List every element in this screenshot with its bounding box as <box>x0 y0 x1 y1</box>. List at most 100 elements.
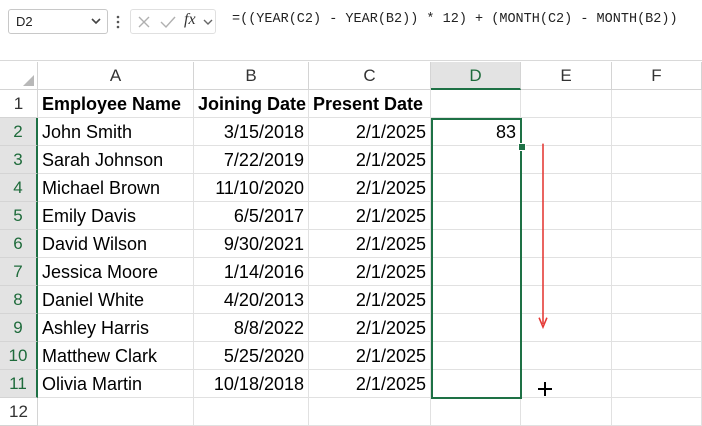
cell-f12[interactable] <box>612 398 702 426</box>
cell-a10[interactable]: Matthew Clark <box>38 342 194 370</box>
cell-a12[interactable] <box>38 398 194 426</box>
expand-chevron-icon[interactable] <box>202 15 214 29</box>
fill-handle[interactable] <box>518 143 526 151</box>
row-header-3[interactable]: 3 <box>0 146 38 174</box>
cell-e10[interactable] <box>521 342 612 370</box>
chevron-down-icon[interactable] <box>89 13 103 29</box>
cell-e4[interactable] <box>521 174 612 202</box>
row-header-11[interactable]: 11 <box>0 370 38 398</box>
more-options-icon[interactable] <box>116 14 120 30</box>
cell-f11[interactable] <box>612 370 702 398</box>
row-header-6[interactable]: 6 <box>0 230 38 258</box>
column-header-b[interactable]: B <box>194 62 309 90</box>
cell-d3[interactable] <box>431 146 521 174</box>
row-header-1[interactable]: 1 <box>0 90 38 118</box>
cell-a5[interactable]: Emily Davis <box>38 202 194 230</box>
cell-b12[interactable] <box>194 398 309 426</box>
cell-d11[interactable] <box>431 370 521 398</box>
cell-f3[interactable] <box>612 146 702 174</box>
column-header-c[interactable]: C <box>309 62 431 90</box>
cell-b1[interactable]: Joining Date <box>194 90 309 118</box>
cell-e11[interactable] <box>521 370 612 398</box>
cell-b11[interactable]: 10/18/2018 <box>194 370 309 398</box>
cell-e5[interactable] <box>521 202 612 230</box>
cell-b3[interactable]: 7/22/2019 <box>194 146 309 174</box>
cell-d12[interactable] <box>431 398 521 426</box>
cell-f8[interactable] <box>612 286 702 314</box>
row-header-8[interactable]: 8 <box>0 286 38 314</box>
cell-c7[interactable]: 2/1/2025 <box>309 258 431 286</box>
cell-a6[interactable]: David Wilson <box>38 230 194 258</box>
cell-e1[interactable] <box>521 90 612 118</box>
cell-b7[interactable]: 1/14/2016 <box>194 258 309 286</box>
cell-f4[interactable] <box>612 174 702 202</box>
fx-icon[interactable]: fx <box>184 11 196 29</box>
column-header-f[interactable]: F <box>612 62 702 90</box>
cell-b2[interactable]: 3/15/2018 <box>194 118 309 146</box>
cell-d9[interactable] <box>431 314 521 342</box>
cell-e8[interactable] <box>521 286 612 314</box>
cell-a1[interactable]: Employee Name <box>38 90 194 118</box>
cell-d8[interactable] <box>431 286 521 314</box>
cell-b4[interactable]: 11/10/2020 <box>194 174 309 202</box>
cell-d6[interactable] <box>431 230 521 258</box>
cell-d2[interactable]: 83 <box>431 118 521 146</box>
cell-e6[interactable] <box>521 230 612 258</box>
cell-d5[interactable] <box>431 202 521 230</box>
cell-a3[interactable]: Sarah Johnson <box>38 146 194 174</box>
row-header-7[interactable]: 7 <box>0 258 38 286</box>
confirm-check-icon[interactable] <box>159 14 177 30</box>
cell-b5[interactable]: 6/5/2017 <box>194 202 309 230</box>
cell-c12[interactable] <box>309 398 431 426</box>
cell-c11[interactable]: 2/1/2025 <box>309 370 431 398</box>
cell-a2[interactable]: John Smith <box>38 118 194 146</box>
cell-c4[interactable]: 2/1/2025 <box>309 174 431 202</box>
cell-d1[interactable] <box>431 90 521 118</box>
row-header-2[interactable]: 2 <box>0 118 38 146</box>
cell-b8[interactable]: 4/20/2013 <box>194 286 309 314</box>
cell-b10[interactable]: 5/25/2020 <box>194 342 309 370</box>
cell-c9[interactable]: 2/1/2025 <box>309 314 431 342</box>
cell-c3[interactable]: 2/1/2025 <box>309 146 431 174</box>
cell-f5[interactable] <box>612 202 702 230</box>
cell-f2[interactable] <box>612 118 702 146</box>
cell-e7[interactable] <box>521 258 612 286</box>
cell-f6[interactable] <box>612 230 702 258</box>
cell-a9[interactable]: Ashley Harris <box>38 314 194 342</box>
cell-e3[interactable] <box>521 146 612 174</box>
cell-e12[interactable] <box>521 398 612 426</box>
cell-d4[interactable] <box>431 174 521 202</box>
row-header-4[interactable]: 4 <box>0 174 38 202</box>
cell-f1[interactable] <box>612 90 702 118</box>
row-header-10[interactable]: 10 <box>0 342 38 370</box>
formula-input[interactable]: =((YEAR(C2) - YEAR(B2)) * 12) + (MONTH(C… <box>232 12 678 27</box>
cell-e9[interactable] <box>521 314 612 342</box>
cancel-x-icon[interactable] <box>136 14 152 30</box>
cell-b6[interactable]: 9/30/2021 <box>194 230 309 258</box>
cell-b9[interactable]: 8/8/2022 <box>194 314 309 342</box>
cell-a11[interactable]: Olivia Martin <box>38 370 194 398</box>
cell-a7[interactable]: Jessica Moore <box>38 258 194 286</box>
select-all-corner[interactable] <box>0 62 38 90</box>
cell-a4[interactable]: Michael Brown <box>38 174 194 202</box>
column-header-d[interactable]: D <box>431 62 521 90</box>
column-header-a[interactable]: A <box>38 62 194 90</box>
cell-f7[interactable] <box>612 258 702 286</box>
cell-c6[interactable]: 2/1/2025 <box>309 230 431 258</box>
row-header-9[interactable]: 9 <box>0 314 38 342</box>
cell-c2[interactable]: 2/1/2025 <box>309 118 431 146</box>
column-header-e[interactable]: E <box>521 62 612 90</box>
cell-c5[interactable]: 2/1/2025 <box>309 202 431 230</box>
name-box[interactable]: D2 <box>8 9 108 34</box>
row-header-5[interactable]: 5 <box>0 202 38 230</box>
cell-d10[interactable] <box>431 342 521 370</box>
cell-f10[interactable] <box>612 342 702 370</box>
cell-e2[interactable] <box>521 118 612 146</box>
cell-f9[interactable] <box>612 314 702 342</box>
cell-c10[interactable]: 2/1/2025 <box>309 342 431 370</box>
cell-d7[interactable] <box>431 258 521 286</box>
cell-c1[interactable]: Present Date <box>309 90 431 118</box>
cell-c8[interactable]: 2/1/2025 <box>309 286 431 314</box>
cell-a8[interactable]: Daniel White <box>38 286 194 314</box>
row-header-12[interactable]: 12 <box>0 398 38 426</box>
